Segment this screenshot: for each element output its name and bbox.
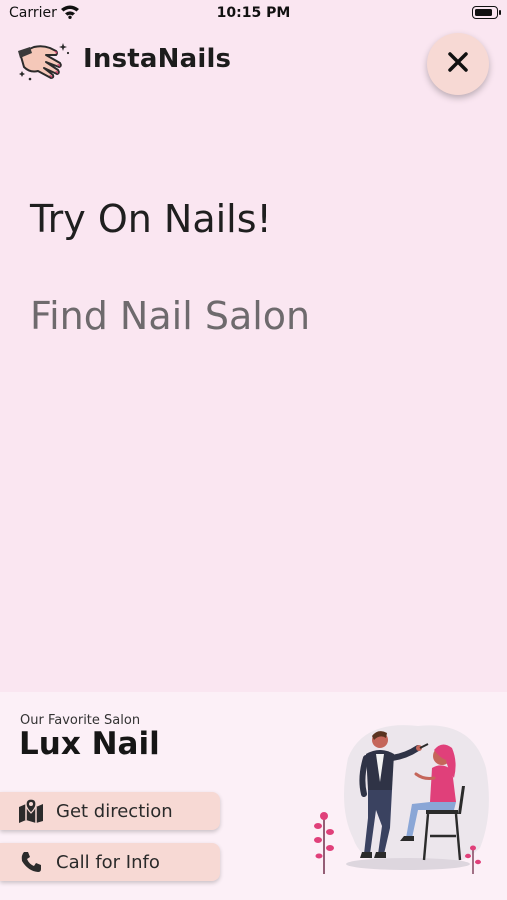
find-nail-salon-link[interactable]: Find Nail Salon [30,294,310,338]
hand-nails-logo-icon [16,39,70,85]
map-icon [18,798,44,824]
battery-icon [472,6,501,19]
salon-illustration [308,718,498,878]
clock: 10:15 PM [216,5,291,21]
close-button[interactable] [427,33,489,95]
app-header: InstaNails [0,30,507,95]
close-icon [447,51,469,77]
call-for-info-label: Call for Info [56,851,160,873]
salon-name: Lux Nail [19,726,160,762]
app-title: InstaNails [83,44,232,74]
get-direction-button[interactable]: Get direction [0,792,220,830]
battery-level [475,9,492,16]
call-for-info-button[interactable]: Call for Info [0,843,220,881]
favorite-salon-panel: Our Favorite Salon Lux Nail Get directio… [0,692,507,900]
get-direction-label: Get direction [56,800,173,822]
status-bar: Carrier 10:15 PM [0,0,507,28]
phone-icon [18,849,44,875]
try-on-nails-link[interactable]: Try On Nails! [30,197,272,241]
